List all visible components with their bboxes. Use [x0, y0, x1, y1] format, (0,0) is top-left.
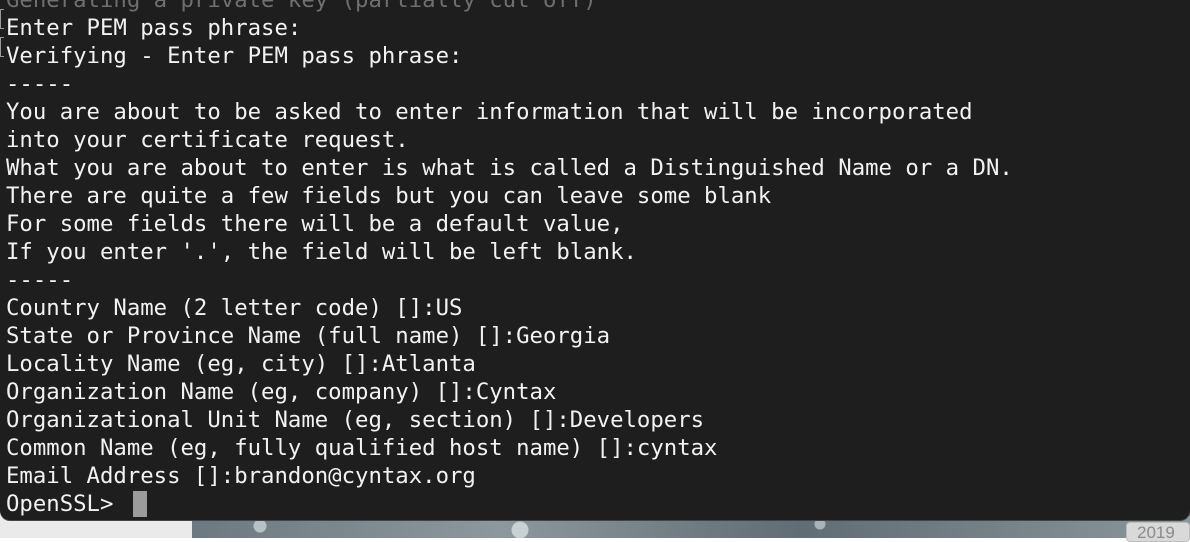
terminal-line: There are quite a few fields but you can… — [6, 183, 772, 209]
terminal-line: Organizational Unit Name (eg, section) [… — [6, 407, 705, 433]
terminal-line: ----- — [6, 71, 74, 97]
terminal-line: State or Province Name (full name) []:Ge… — [6, 323, 611, 349]
terminal-line: into your certificate request. — [6, 127, 409, 153]
terminal-line: Generating a private key (partially cut … — [6, 0, 597, 13]
terminal-window[interactable]: Generating a private key (partially cut … — [0, 0, 1190, 520]
terminal-line: Email Address []:brandon@cyntax.org — [6, 463, 476, 489]
terminal-prompt: OpenSSL> — [6, 491, 127, 517]
terminal-output: Generating a private key (partially cut … — [6, 0, 1013, 518]
terminal-line: ----- — [6, 267, 74, 293]
mark-bracket-icon — [0, 9, 4, 29]
terminal-line: Locality Name (eg, city) []:Atlanta — [6, 351, 476, 377]
terminal-line: Enter PEM pass phrase: — [6, 15, 302, 41]
terminal-line: Verifying - Enter PEM pass phrase: — [6, 43, 463, 69]
terminal-line: You are about to be asked to enter infor… — [6, 99, 973, 125]
desktop-date-badge: 2019 — [1126, 522, 1190, 542]
text-cursor — [132, 491, 147, 517]
terminal-line: If you enter '.', the field will be left… — [6, 239, 637, 265]
terminal-line: Organization Name (eg, company) []:Cynta… — [6, 379, 557, 405]
terminal-line: What you are about to enter is what is c… — [6, 155, 1013, 181]
terminal-prompt-line[interactable]: OpenSSL> — [6, 490, 1013, 518]
terminal-line: Common Name (eg, fully qualified host na… — [6, 435, 718, 461]
terminal-line: Country Name (2 letter code) []:US — [6, 295, 463, 321]
terminal-line: For some fields there will be a default … — [6, 211, 624, 237]
mark-bracket-icon — [0, 37, 4, 57]
